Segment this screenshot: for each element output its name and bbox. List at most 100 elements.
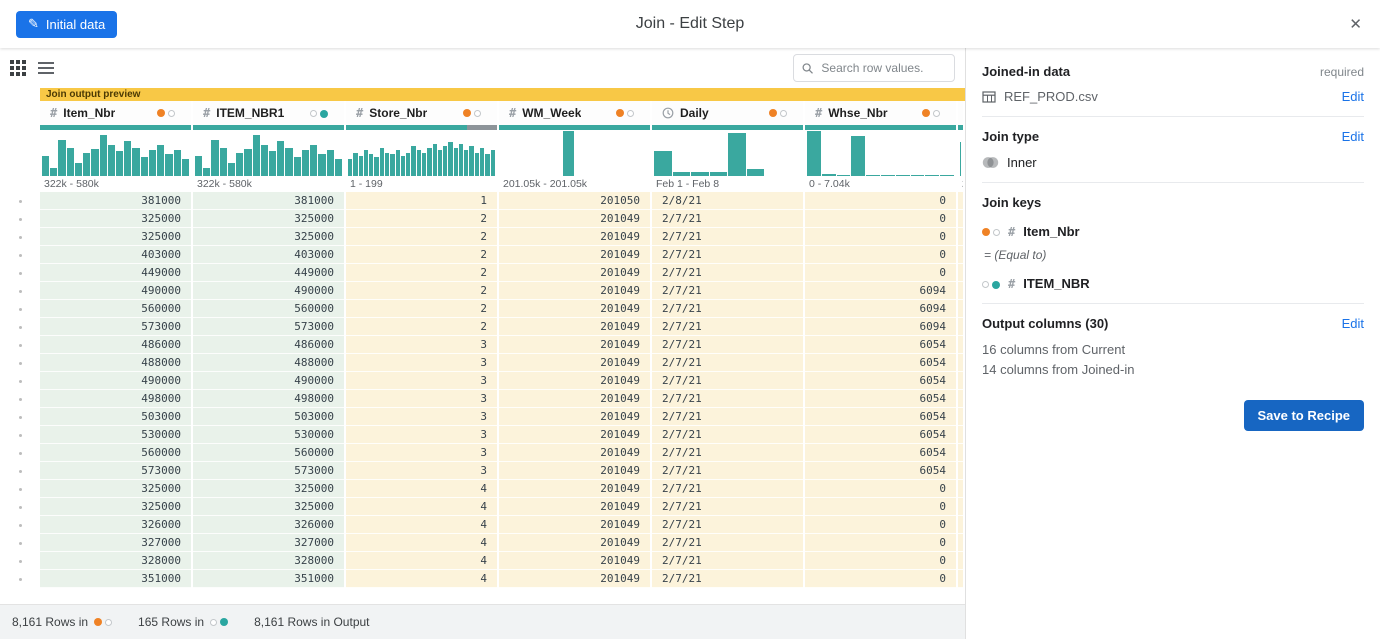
column-header[interactable]: #Item_Nbr [40, 101, 191, 125]
table-cell[interactable]: 560000 [193, 300, 344, 318]
save-to-recipe-button[interactable]: Save to Recipe [1244, 400, 1365, 431]
table-cell[interactable]: 4 [346, 480, 497, 498]
table-cell[interactable] [958, 318, 965, 336]
table-cell[interactable]: 3 [346, 408, 497, 426]
table-cell[interactable]: 503000 [40, 408, 191, 426]
column-Daily[interactable]: DailyFeb 1 - Feb 82/8/212/7/212/7/212/7/… [652, 101, 805, 588]
column-histogram[interactable] [346, 130, 497, 176]
initial-data-button[interactable]: ✎ Initial data [16, 11, 117, 38]
table-cell[interactable]: 325000 [40, 498, 191, 516]
table-cell[interactable]: 2/7/21 [652, 516, 803, 534]
table-cell[interactable]: 530000 [193, 426, 344, 444]
table-cell[interactable]: 4 [346, 534, 497, 552]
table-cell[interactable]: 327000 [40, 534, 191, 552]
column-R[interactable]: #R2 [958, 101, 965, 588]
table-cell[interactable]: 201049 [499, 318, 650, 336]
table-cell[interactable]: 3 [346, 444, 497, 462]
table-cell[interactable]: 6054 [805, 336, 956, 354]
table-cell[interactable]: 4 [346, 516, 497, 534]
table-cell[interactable] [958, 228, 965, 246]
table-cell[interactable] [958, 390, 965, 408]
table-cell[interactable]: 449000 [40, 264, 191, 282]
data-quality-bar[interactable] [40, 125, 191, 130]
table-cell[interactable]: 0 [805, 534, 956, 552]
table-cell[interactable]: 0 [805, 552, 956, 570]
data-quality-bar[interactable] [499, 125, 650, 130]
table-cell[interactable] [958, 570, 965, 588]
table-cell[interactable]: 503000 [193, 408, 344, 426]
table-cell[interactable]: 2/7/21 [652, 534, 803, 552]
table-cell[interactable]: 201050 [499, 192, 650, 210]
table-cell[interactable]: 201049 [499, 282, 650, 300]
table-cell[interactable]: 325000 [193, 210, 344, 228]
table-cell[interactable]: 325000 [193, 498, 344, 516]
column-header[interactable]: Daily [652, 101, 803, 125]
table-cell[interactable]: 201049 [499, 444, 650, 462]
table-cell[interactable]: 2/7/21 [652, 390, 803, 408]
table-cell[interactable]: 2/7/21 [652, 246, 803, 264]
table-cell[interactable] [958, 300, 965, 318]
table-cell[interactable]: 2 [346, 210, 497, 228]
table-cell[interactable] [958, 462, 965, 480]
table-cell[interactable]: 201049 [499, 228, 650, 246]
table-cell[interactable]: 403000 [40, 246, 191, 264]
table-cell[interactable]: 201049 [499, 552, 650, 570]
table-cell[interactable]: 6094 [805, 282, 956, 300]
table-cell[interactable]: 6094 [805, 300, 956, 318]
table-cell[interactable]: 4 [346, 570, 497, 588]
table-cell[interactable]: 490000 [40, 282, 191, 300]
table-cell[interactable]: 201049 [499, 498, 650, 516]
table-cell[interactable]: 2/7/21 [652, 228, 803, 246]
column-histogram[interactable] [958, 130, 963, 176]
table-cell[interactable]: 0 [805, 516, 956, 534]
table-cell[interactable]: 573000 [193, 462, 344, 480]
table-cell[interactable] [958, 444, 965, 462]
column-header[interactable]: #Whse_Nbr [805, 101, 956, 125]
data-quality-bar[interactable] [652, 125, 803, 130]
table-cell[interactable] [958, 408, 965, 426]
table-cell[interactable]: 486000 [193, 336, 344, 354]
table-cell[interactable]: 2/7/21 [652, 354, 803, 372]
table-cell[interactable]: 573000 [40, 462, 191, 480]
table-cell[interactable]: 201049 [499, 390, 650, 408]
table-cell[interactable]: 2/7/21 [652, 318, 803, 336]
table-cell[interactable]: 3 [346, 426, 497, 444]
table-cell[interactable]: 2/7/21 [652, 480, 803, 498]
data-quality-bar[interactable] [346, 125, 497, 130]
table-cell[interactable] [958, 534, 965, 552]
column-ITEM_NBR1[interactable]: #ITEM_NBR1322k - 580k3810003250003250004… [193, 101, 346, 588]
column-WM_Week[interactable]: #WM_Week201.05k - 201.05k201050201049201… [499, 101, 652, 588]
column-header[interactable]: #ITEM_NBR1 [193, 101, 344, 125]
table-cell[interactable]: 2 [346, 264, 497, 282]
table-cell[interactable]: 2/7/21 [652, 570, 803, 588]
table-cell[interactable]: 2/7/21 [652, 408, 803, 426]
table-cell[interactable]: 488000 [193, 354, 344, 372]
table-cell[interactable]: 201049 [499, 372, 650, 390]
column-histogram[interactable] [805, 130, 956, 176]
table-cell[interactable]: 573000 [40, 318, 191, 336]
table-cell[interactable]: 573000 [193, 318, 344, 336]
horizontal-scroll-area[interactable] [0, 588, 965, 603]
table-cell[interactable]: 6054 [805, 390, 956, 408]
table-cell[interactable]: 6054 [805, 444, 956, 462]
search-box[interactable] [793, 54, 955, 82]
table-cell[interactable]: 325000 [193, 228, 344, 246]
close-icon[interactable]: ✕ [1349, 15, 1362, 33]
table-cell[interactable]: 201049 [499, 534, 650, 552]
column-histogram[interactable] [193, 130, 344, 176]
table-cell[interactable]: 6054 [805, 372, 956, 390]
column-Store_Nbr[interactable]: #Store_Nbr1 - 1991222222233333333444444 [346, 101, 499, 588]
table-cell[interactable]: 530000 [40, 426, 191, 444]
table-cell[interactable]: 560000 [40, 300, 191, 318]
table-cell[interactable]: 328000 [193, 552, 344, 570]
table-cell[interactable]: 0 [805, 570, 956, 588]
table-cell[interactable]: 201049 [499, 210, 650, 228]
table-cell[interactable] [958, 552, 965, 570]
table-cell[interactable]: 381000 [193, 192, 344, 210]
table-cell[interactable]: 0 [805, 192, 956, 210]
column-Item_Nbr[interactable]: #Item_Nbr322k - 580k38100032500032500040… [40, 101, 193, 588]
search-input[interactable] [819, 60, 946, 76]
data-quality-bar[interactable] [805, 125, 956, 130]
column-header[interactable]: #Store_Nbr [346, 101, 497, 125]
table-cell[interactable]: 2 [346, 246, 497, 264]
